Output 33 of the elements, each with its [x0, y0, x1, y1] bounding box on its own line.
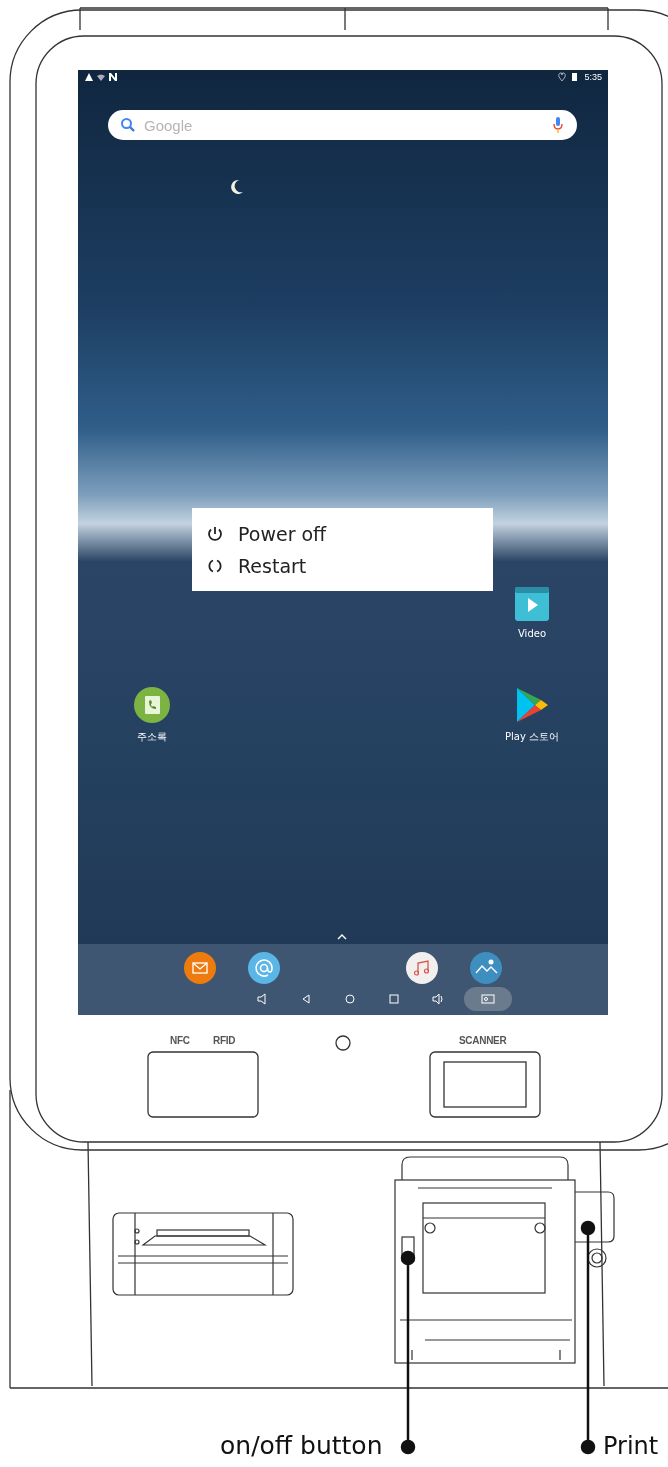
rfid-label: RFID	[213, 1035, 236, 1046]
callout-label: on/off button	[220, 1430, 383, 1462]
video-app-icon[interactable]	[515, 587, 549, 621]
screenshot-icon	[481, 994, 495, 1004]
caret-icon[interactable]	[337, 934, 347, 940]
recents-icon[interactable]	[388, 993, 400, 1005]
mail-icon[interactable]	[184, 952, 216, 984]
callout-label: Print	[603, 1431, 659, 1462]
search-input[interactable]: Google	[142, 115, 547, 135]
music-note-icon[interactable]	[406, 952, 438, 984]
scanner-label: SCANNER	[459, 1035, 507, 1046]
microphone-icon[interactable]	[553, 116, 563, 134]
restart-item[interactable]: Restart	[206, 554, 493, 577]
search-icon	[120, 117, 136, 133]
app-label: Play 스토어	[504, 730, 559, 744]
volume-down-icon[interactable]	[256, 993, 268, 1005]
search-field[interactable]: Google	[108, 110, 577, 140]
power-off-item[interactable]: Power off	[206, 522, 493, 545]
moon-icon	[230, 179, 244, 195]
app-label: 주소록	[137, 730, 167, 744]
power-icon	[206, 524, 224, 543]
screenshot-button[interactable]	[464, 987, 512, 1011]
status-time: 5:35	[584, 72, 602, 82]
contacts-app-icon[interactable]	[134, 687, 170, 723]
nfc-label: NFC	[170, 1035, 190, 1046]
play-store-icon[interactable]	[515, 687, 549, 723]
app-label: Video	[518, 628, 546, 639]
back-icon[interactable]	[300, 993, 312, 1005]
status-icons	[84, 72, 118, 82]
gallery-icon[interactable]	[470, 952, 502, 984]
volume-up-icon[interactable]	[432, 993, 444, 1005]
at-sign-icon[interactable]	[248, 952, 280, 984]
home-icon[interactable]	[344, 993, 356, 1005]
